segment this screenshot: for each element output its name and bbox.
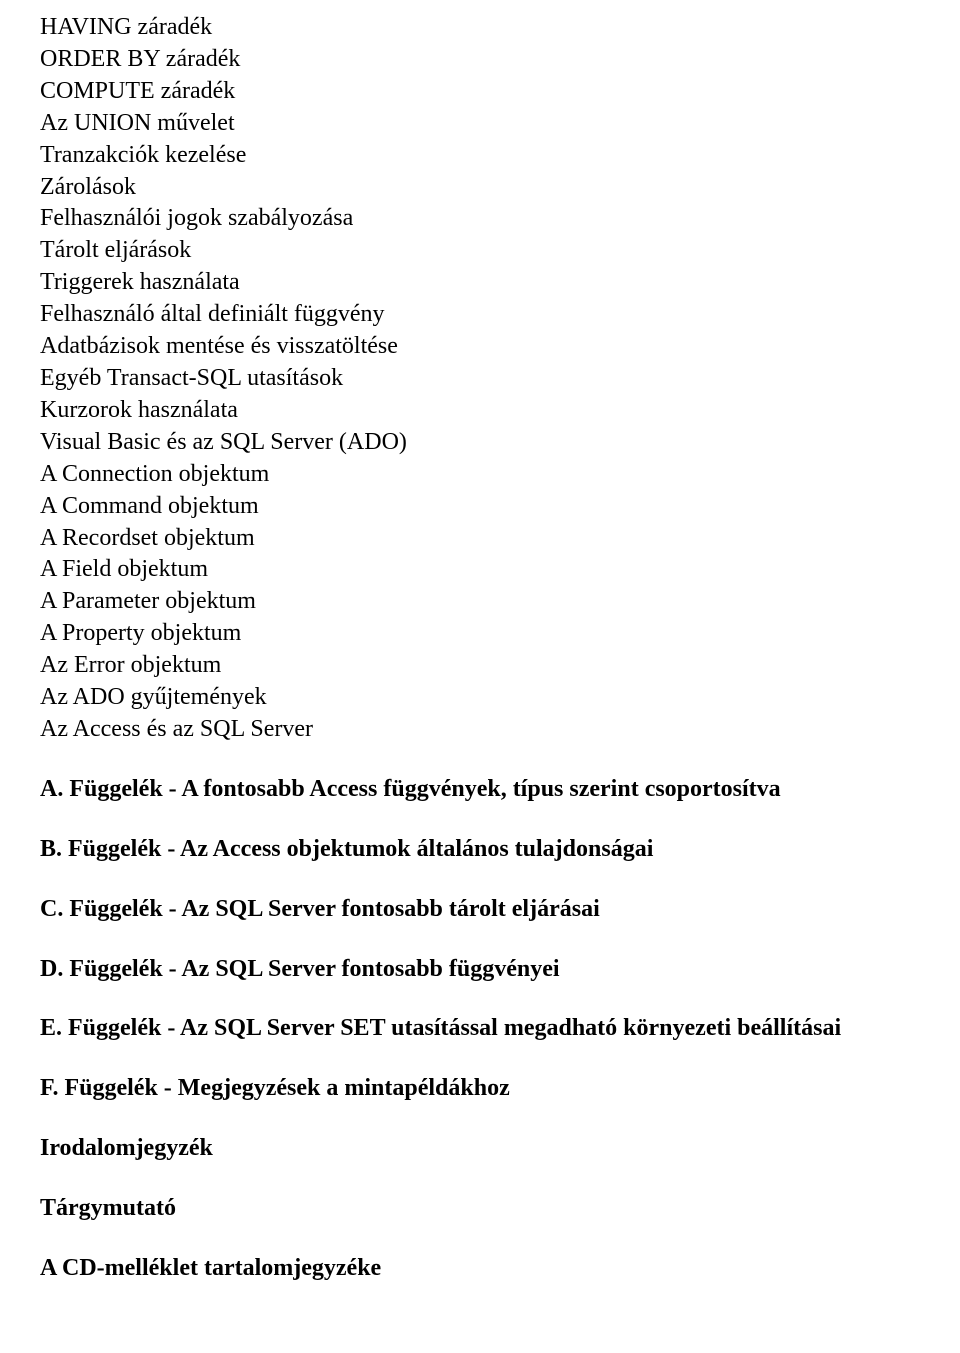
section-heading-text: A CD-melléklet tartalomjegyzéke <box>40 1255 381 1281</box>
topic-line: Kurzorok használata <box>40 395 920 427</box>
topic-line: A Command objektum <box>40 491 920 523</box>
topic-line: A Recordset objektum <box>40 523 920 555</box>
section-heading: A CD-melléklet tartalomjegyzéke <box>40 1253 920 1285</box>
topic-line: Felhasználói jogok szabályozása <box>40 203 920 235</box>
topic-line: HAVING záradék <box>40 12 920 44</box>
topic-line: Triggerek használata <box>40 267 920 299</box>
topic-line: A Property objektum <box>40 618 920 650</box>
appendix-heading-text: E. Függelék - Az SQL Server SET utasítás… <box>40 1015 841 1041</box>
section-heading: Tárgymutató <box>40 1193 920 1225</box>
topic-line: A Field objektum <box>40 554 920 586</box>
topic-line: Egyéb Transact-SQL utasítások <box>40 363 920 395</box>
appendix-heading: F. Függelék - Megjegyzések a mintapéldák… <box>40 1073 920 1105</box>
topic-line: Visual Basic és az SQL Server (ADO) <box>40 427 920 459</box>
topic-line: Az Error objektum <box>40 650 920 682</box>
topic-line: Tranzakciók kezelése <box>40 140 920 172</box>
topic-line: Felhasználó által definiált függvény <box>40 299 920 331</box>
section-heading-text: Irodalomjegyzék <box>40 1135 213 1161</box>
topic-list: HAVING záradék ORDER BY záradék COMPUTE … <box>40 12 920 746</box>
topic-line: Az Access és az SQL Server <box>40 714 920 746</box>
appendix-heading-text: F. Függelék - Megjegyzések a mintapéldák… <box>40 1075 510 1101</box>
appendix-heading-text: B. Függelék - Az Access objektumok által… <box>40 836 653 862</box>
appendix-heading: C. Függelék - Az SQL Server fontosabb tá… <box>40 894 920 926</box>
topic-line: A Connection objektum <box>40 459 920 491</box>
topic-line: Adatbázisok mentése és visszatöltése <box>40 331 920 363</box>
appendix-heading: B. Függelék - Az Access objektumok által… <box>40 834 920 866</box>
appendix-heading-text: D. Függelék - Az SQL Server fontosabb fü… <box>40 956 560 982</box>
topic-line: COMPUTE záradék <box>40 76 920 108</box>
appendix-heading-text: C. Függelék - Az SQL Server fontosabb tá… <box>40 896 600 922</box>
topic-line: Az ADO gyűjtemények <box>40 682 920 714</box>
topic-line: Az UNION művelet <box>40 108 920 140</box>
appendix-heading: D. Függelék - Az SQL Server fontosabb fü… <box>40 954 920 986</box>
appendix-heading-text: A. Függelék - A fontosabb Access függvén… <box>40 776 781 802</box>
topic-line: A Parameter objektum <box>40 586 920 618</box>
appendix-list: A. Függelék - A fontosabb Access függvén… <box>40 774 920 1285</box>
topic-line: Zárolások <box>40 172 920 204</box>
section-heading-text: Tárgymutató <box>40 1195 176 1221</box>
appendix-heading: A. Függelék - A fontosabb Access függvén… <box>40 774 920 806</box>
section-heading: Irodalomjegyzék <box>40 1133 920 1165</box>
topic-line: ORDER BY záradék <box>40 44 920 76</box>
topic-line: Tárolt eljárások <box>40 235 920 267</box>
document-page: HAVING záradék ORDER BY záradék COMPUTE … <box>0 0 960 1353</box>
appendix-heading: E. Függelék - Az SQL Server SET utasítás… <box>40 1013 920 1045</box>
